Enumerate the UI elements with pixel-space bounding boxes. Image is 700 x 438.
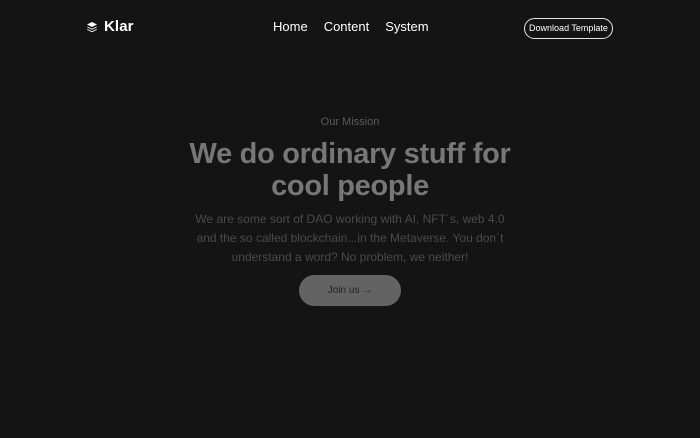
download-template-button[interactable]: Download Template (524, 18, 613, 39)
site-header: Klar Home Content System Download Templa… (0, 0, 700, 56)
nav-item-home[interactable]: Home (273, 19, 308, 35)
hero-subtext: We are some sort of DAO working with AI,… (195, 212, 505, 264)
stack-layers-icon (86, 21, 98, 33)
hero-eyebrow: Our Mission (320, 116, 380, 128)
hero-section: Our Mission We do ordinary stuff for coo… (0, 110, 700, 306)
nav-item-system[interactable]: System (385, 19, 428, 35)
page: Klar Home Content System Download Templa… (0, 0, 700, 438)
brand-logo[interactable]: Klar (86, 18, 134, 35)
join-us-button[interactable]: Join us → (299, 275, 401, 306)
brand-name: Klar (104, 18, 134, 35)
hero-headline: We do ordinary stuff for cool people (189, 138, 511, 202)
nav-item-content[interactable]: Content (324, 19, 370, 35)
main-nav: Home Content System (273, 19, 429, 35)
